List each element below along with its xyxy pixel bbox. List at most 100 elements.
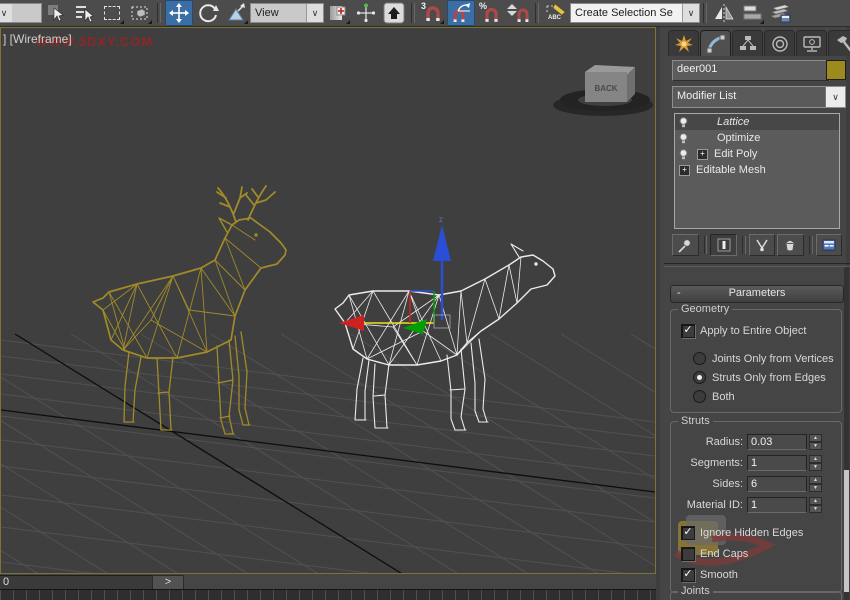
viewcube[interactable]: BACK <box>553 65 653 116</box>
segments-field[interactable]: 1 <box>747 455 807 471</box>
gizmo-z-arrow-icon[interactable] <box>433 225 451 261</box>
show-end-result-button[interactable] <box>710 234 737 256</box>
radio-icon[interactable] <box>693 352 706 365</box>
align-button[interactable] <box>739 1 765 25</box>
create-starburst-icon <box>674 34 694 54</box>
tab-display[interactable] <box>796 30 827 56</box>
keyboard-override-button[interactable] <box>381 1 407 25</box>
end-caps-checkbox[interactable]: End Caps <box>681 547 748 561</box>
viewport-canvas[interactable]: BACK <box>1 28 655 573</box>
checkbox-checked-icon[interactable]: ✓ <box>681 324 695 338</box>
pin-stack-button[interactable] <box>672 234 699 256</box>
perspective-viewport[interactable]: ] [Wireframe] WWW.3DXY.COM <box>0 27 656 574</box>
yellow-deer-wireframe[interactable] <box>93 186 286 434</box>
tab-create[interactable] <box>668 30 699 56</box>
rotate-icon <box>197 2 219 24</box>
spinner-up-icon[interactable]: ▲ <box>809 497 822 505</box>
abc-label: ABC <box>548 15 561 21</box>
mirror-button[interactable] <box>711 1 737 25</box>
pushpin-icon <box>677 237 693 253</box>
tab-modify[interactable] <box>700 30 731 56</box>
tab-hierarchy[interactable] <box>732 30 763 56</box>
snaps-toggle-button[interactable]: 3 <box>419 1 445 25</box>
checkbox-checked-icon[interactable]: ✓ <box>681 568 695 582</box>
remove-modifier-icon <box>782 237 798 253</box>
spinner-snap-button[interactable] <box>505 1 531 25</box>
object-name-field[interactable]: deer001 <box>672 60 830 81</box>
stack-item-editable-mesh[interactable]: + Editable Mesh <box>675 162 839 178</box>
checkbox-checked-icon[interactable]: ✓ <box>681 526 695 540</box>
3dsmax-window: ∨ <box>0 0 850 600</box>
select-object-button[interactable] <box>43 1 69 25</box>
viewcube-face-label[interactable]: BACK <box>594 84 617 93</box>
select-and-scale-button[interactable] <box>223 1 249 25</box>
stack-item-optimize[interactable]: Optimize <box>675 130 839 146</box>
window-crossing-button[interactable] <box>127 1 153 25</box>
undo-combo-partial[interactable]: ∨ <box>0 3 42 23</box>
remove-modifier-button[interactable] <box>777 234 804 256</box>
track-bar[interactable] <box>0 589 656 600</box>
selection-region-button[interactable] <box>99 1 125 25</box>
radius-field[interactable]: 0.03 <box>747 434 807 450</box>
spinner-down-icon[interactable]: ▼ <box>809 505 822 513</box>
next-frame-button[interactable]: > <box>152 575 184 590</box>
bulb-icon[interactable] <box>675 148 691 161</box>
angle-snap-button[interactable] <box>447 0 475 26</box>
move-gizmo[interactable]: z <box>339 215 451 334</box>
percent-snap-button[interactable]: % <box>477 1 503 25</box>
edit-named-selections-button[interactable]: ABC <box>543 1 569 25</box>
material-id-spinner[interactable]: ▲ ▼ <box>809 497 822 513</box>
make-unique-button[interactable] <box>749 234 776 256</box>
utilities-hammer-icon <box>834 34 850 54</box>
tab-utilities[interactable] <box>828 30 850 56</box>
bulb-icon[interactable] <box>675 132 691 145</box>
radio-icon[interactable] <box>693 390 706 403</box>
sides-spinner[interactable]: ▲ ▼ <box>809 476 822 492</box>
spinner-down-icon[interactable]: ▼ <box>809 463 822 471</box>
stack-item-lattice[interactable]: Lattice <box>675 114 839 130</box>
radio-struts-only[interactable]: Struts Only from Edges <box>693 371 826 384</box>
panel-scrollbar-thumb[interactable] <box>844 470 849 592</box>
spinner-up-icon[interactable]: ▲ <box>809 455 822 463</box>
window-crossing-icon <box>130 4 150 22</box>
ignore-hidden-edges-checkbox[interactable]: ✓ Ignore Hidden Edges <box>681 526 803 540</box>
radio-joints-only[interactable]: Joints Only from Vertices <box>693 352 834 365</box>
segments-spinner[interactable]: ▲ ▼ <box>809 455 822 471</box>
select-by-name-button[interactable] <box>71 1 97 25</box>
material-id-field[interactable]: 1 <box>747 497 807 513</box>
parameters-rollout-header[interactable]: - Parameters <box>670 285 844 303</box>
chevron-down-icon: ∨ <box>825 87 845 107</box>
modifier-list-dropdown[interactable]: Modifier List ∨ <box>672 86 846 108</box>
named-selection-abc-icon: ABC <box>545 2 567 24</box>
configure-modifier-sets-button[interactable] <box>816 234 843 256</box>
stack-item-edit-poly[interactable]: + Edit Poly <box>675 146 839 162</box>
radio-selected-icon[interactable] <box>693 371 706 384</box>
viewport-label[interactable]: ] [Wireframe] <box>3 32 72 46</box>
spinner-up-icon[interactable]: ▲ <box>809 434 822 442</box>
object-color-swatch[interactable] <box>826 60 846 80</box>
select-and-manipulate-button[interactable] <box>353 1 379 25</box>
struts-group-title: Struts <box>678 415 713 427</box>
spinner-up-icon[interactable]: ▲ <box>809 476 822 484</box>
expand-icon[interactable]: + <box>697 149 708 160</box>
gizmo-y-arrow-icon[interactable] <box>403 319 427 334</box>
spinner-down-icon[interactable]: ▼ <box>809 484 822 492</box>
select-and-rotate-button[interactable] <box>195 1 221 25</box>
checkbox-unchecked-icon[interactable] <box>681 547 695 561</box>
time-slider-handle[interactable]: 0 <box>0 575 166 590</box>
bulb-icon[interactable] <box>675 116 691 129</box>
gizmo-x-arrow-icon[interactable] <box>339 315 364 331</box>
named-selection-set-combo[interactable]: Create Selection Se ∨ <box>570 3 700 23</box>
select-and-move-button[interactable] <box>165 0 193 26</box>
sides-field[interactable]: 6 <box>747 476 807 492</box>
use-pivot-point-button[interactable] <box>325 1 351 25</box>
smooth-checkbox[interactable]: ✓ Smooth <box>681 568 738 582</box>
tab-motion[interactable] <box>764 30 795 56</box>
radius-spinner[interactable]: ▲ ▼ <box>809 434 822 450</box>
radio-both[interactable]: Both <box>693 390 735 403</box>
apply-entire-object-checkbox[interactable]: ✓ Apply to Entire Object <box>681 324 806 338</box>
expand-icon[interactable]: + <box>679 165 690 176</box>
layer-manager-button[interactable] <box>767 1 793 25</box>
spinner-down-icon[interactable]: ▼ <box>809 442 822 450</box>
reference-coordinate-combo[interactable]: View ∨ <box>250 3 324 23</box>
